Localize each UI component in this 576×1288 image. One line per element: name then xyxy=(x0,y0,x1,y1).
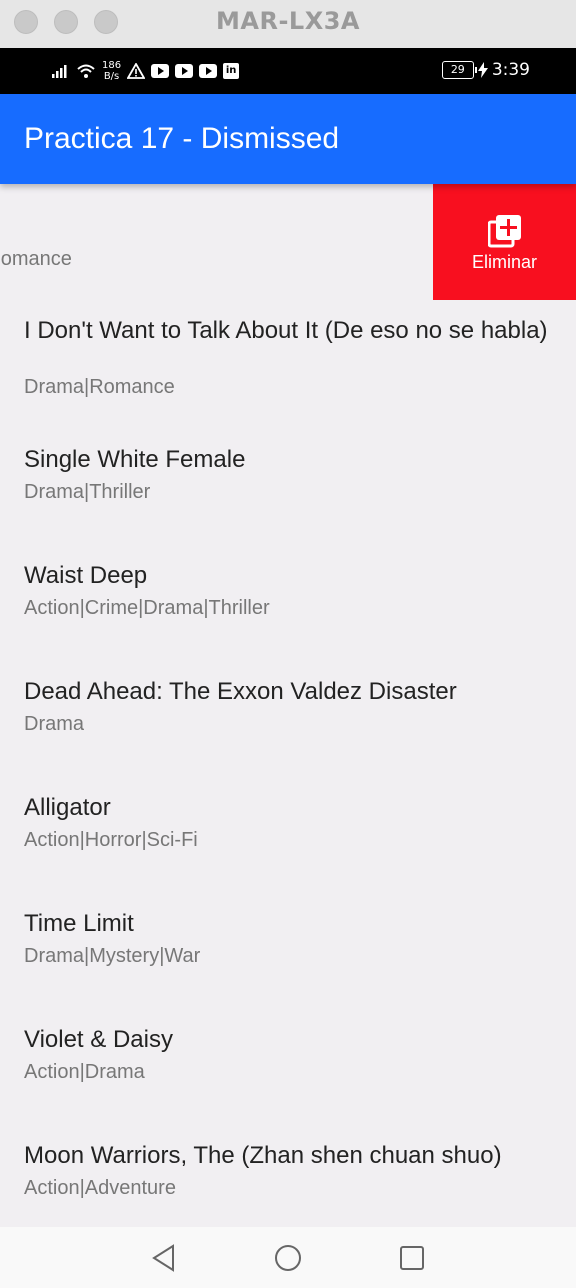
list-item-title: Alligator xyxy=(24,794,111,821)
list-item-title: Violet & Daisy xyxy=(24,1026,173,1053)
navigation-bar xyxy=(0,1227,576,1288)
list-item[interactable]: Waist Deep Action|Crime|Drama|Thriller xyxy=(0,543,576,653)
list-item[interactable]: Single White Female Drama|Thriller xyxy=(0,427,576,537)
list-item-genre: Action|Crime|Drama|Thriller xyxy=(24,597,270,619)
list-item-genre: a|Romance xyxy=(0,248,72,270)
list-item[interactable]: I Don't Want to Talk About It (De eso no… xyxy=(0,300,576,410)
delete-button[interactable]: Eliminar xyxy=(433,184,576,300)
network-speed-value: 186 xyxy=(102,60,122,71)
linkedin-icon: in xyxy=(223,63,240,79)
youtube-icon xyxy=(151,64,170,78)
list-item-title: Dead Ahead: The Exxon Valdez Disaster xyxy=(24,678,457,705)
battery-icon: 29 xyxy=(441,61,477,79)
status-bar: 186 B/s in 29 3:39 xyxy=(0,48,576,94)
clock: 3:39 xyxy=(491,60,530,80)
battery-level: 29 xyxy=(450,63,465,76)
window-title: MAR-LX3A xyxy=(216,7,360,35)
delete-label: Eliminar xyxy=(471,252,537,272)
charging-icon xyxy=(477,62,488,78)
list-item-genre: Action|Horror|Sci-Fi xyxy=(24,829,198,851)
list-item[interactable]: Violet & Daisy Action|Drama xyxy=(0,1007,576,1117)
youtube-icon xyxy=(175,64,194,78)
list-item-title: I Don't Want to Talk About It (De eso no… xyxy=(24,317,548,344)
youtube-icon xyxy=(199,64,218,78)
list-item-genre: Drama|Mystery|War xyxy=(24,945,201,967)
list-item-genre: Drama xyxy=(24,713,85,735)
list-item-genre: Drama|Thriller xyxy=(24,481,151,503)
list-item[interactable]: Alligator Action|Horror|Sci-Fi xyxy=(0,775,576,885)
add-box-icon xyxy=(488,215,521,248)
signal-icon xyxy=(52,65,67,78)
list-item-genre: Action|Adventure xyxy=(24,1177,176,1199)
list-item[interactable]: Moon Warriors, The (Zhan shen chuan shuo… xyxy=(0,1123,576,1227)
window-titlebar: MAR-LX3A xyxy=(0,0,576,48)
movie-list[interactable]: a|Romance Eliminar I Don't Want to Talk … xyxy=(0,184,576,1227)
list-item-title: Time Limit xyxy=(24,910,134,937)
recents-icon[interactable] xyxy=(397,1243,427,1273)
app-bar-title: Practica 17 - Dismissed xyxy=(24,122,340,155)
network-speed-unit: B/s xyxy=(103,71,120,82)
list-item-title: Single White Female xyxy=(24,446,246,473)
list-item-swiped[interactable]: a|Romance Eliminar xyxy=(0,184,576,300)
network-speed: 186 B/s xyxy=(102,60,121,82)
list-item-title: Waist Deep xyxy=(24,562,148,589)
list-item-genre: Drama|Romance xyxy=(24,376,175,398)
list-item[interactable]: Time Limit Drama|Mystery|War xyxy=(0,891,576,1001)
wifi-icon xyxy=(77,64,95,78)
app-bar: Practica 17 - Dismissed xyxy=(0,94,576,184)
home-icon[interactable] xyxy=(273,1243,303,1273)
list-item[interactable]: Dead Ahead: The Exxon Valdez Disaster Dr… xyxy=(0,659,576,769)
list-item-title: Moon Warriors, The (Zhan shen chuan shuo… xyxy=(24,1142,502,1169)
warning-icon xyxy=(127,63,146,79)
back-icon[interactable] xyxy=(149,1243,179,1273)
list-item-genre: Action|Drama xyxy=(24,1061,145,1083)
